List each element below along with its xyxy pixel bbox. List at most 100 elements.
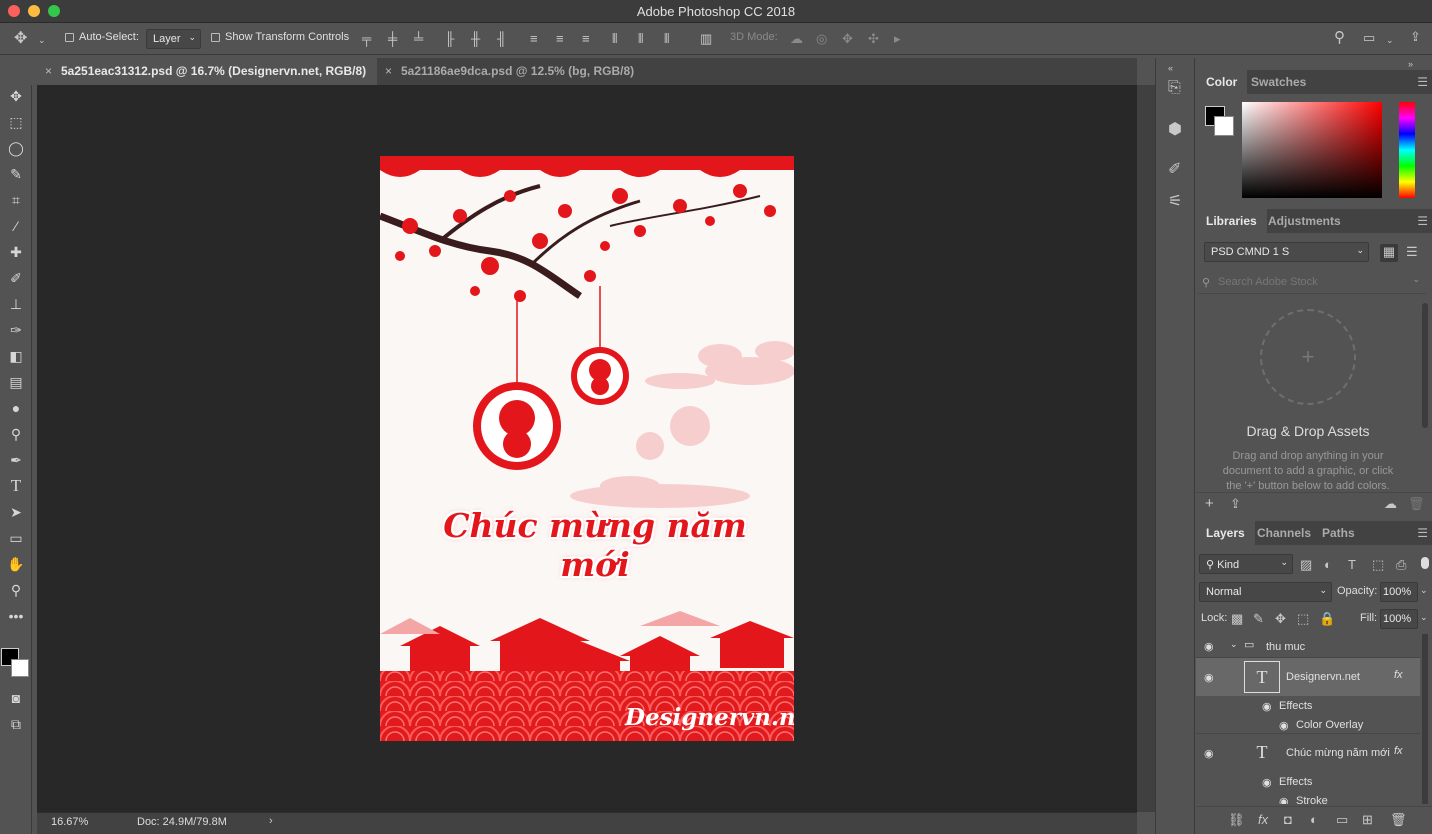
zoom-tool-icon[interactable]: ⚲ [4,579,28,601]
search-icon[interactable]: ⚲ [1334,30,1345,46]
background-color-swatch[interactable] [1214,116,1234,136]
pixel-filter-icon[interactable]: ▨ [1300,557,1312,573]
screen-mode-icon[interactable]: ⧉ [4,713,28,735]
align-left-icon[interactable]: ╟ [445,31,454,47]
more-tools-icon[interactable]: ••• [4,605,28,627]
distribute-vcenter-icon[interactable]: ≡ [556,31,564,47]
quick-mask-icon[interactable]: ◙ [4,687,28,709]
distribute-top-icon[interactable]: ≡ [530,31,538,47]
add-icon[interactable]: + [1205,496,1214,512]
close-icon[interactable]: × [45,64,52,78]
brush-panel-icon[interactable]: ✐ [1168,162,1181,178]
effect-row[interactable]: ◉ Stroke [1196,791,1420,804]
properties-panel-icon[interactable]: ⚟ [1168,194,1182,210]
align-right-icon[interactable]: ╢ [497,31,506,47]
align-vcenter-icon[interactable]: ╪ [388,31,397,47]
chevron-down-icon[interactable]: ⌄ [38,32,46,48]
tab-layers[interactable]: Layers [1196,521,1255,545]
blend-mode-select[interactable]: Normal ⌄ [1199,582,1332,602]
library-select[interactable]: PSD CMND 1 S ⌄ [1204,242,1369,262]
share-icon[interactable]: ⇪ [1410,29,1421,45]
show-transform-checkbox[interactable]: Show Transform Controls [211,31,349,43]
link-layers-icon[interactable]: ⛓ [1228,812,1245,828]
tab-document-2[interactable]: × 5a21186ae9dca.psd @ 12.5% (bg, RGB/8) [377,58,667,85]
effects-row[interactable]: ◉ Effects [1196,696,1420,715]
adjustment-layer-icon[interactable]: ◐ [1310,812,1318,828]
lasso-tool-icon[interactable]: ◯ [4,137,28,159]
layer-row-selected[interactable]: ◉ T Designervn.net fx [1196,658,1420,696]
document-canvas[interactable]: Chúc mừng năm mới Designervn.net [380,156,794,741]
add-asset-circle[interactable]: + [1260,309,1356,405]
visibility-eye-icon[interactable]: ◉ [1262,776,1272,789]
upload-icon[interactable]: ⇪ [1230,496,1241,512]
type-filter-icon[interactable]: T [1348,557,1356,573]
zoom-level[interactable]: 16.67% [51,816,88,828]
color-picker-field[interactable] [1242,102,1382,198]
distribute-left-icon[interactable]: ⫴ [612,31,617,47]
lock-artboard-icon[interactable]: ⬚ [1297,611,1309,627]
list-view-icon[interactable]: ☰ [1406,244,1418,260]
eraser-tool-icon[interactable]: ◧ [4,345,28,367]
healing-brush-tool-icon[interactable]: ✚ [4,241,28,263]
distribute-hcenter-icon[interactable]: ⫴ [638,31,643,47]
align-hcenter-icon[interactable]: ╫ [471,31,480,47]
visibility-eye-icon[interactable]: ◉ [1279,795,1289,804]
distribute-bottom-icon[interactable]: ≡ [582,31,590,47]
brush-tool-icon[interactable]: ✐ [4,267,28,289]
effects-row[interactable]: ◉ Effects [1196,772,1420,791]
chevron-down-icon[interactable]: ⌄ [1230,639,1238,650]
blur-tool-icon[interactable]: ● [4,397,28,419]
3d-slide-icon[interactable]: ✣ [868,31,879,47]
opacity-input[interactable]: 100% [1380,582,1418,602]
panel-menu-icon[interactable]: ☰ [1417,526,1428,540]
stock-search[interactable]: ⚲ Search Adobe Stock ⌄ [1198,272,1426,294]
collapse-icon[interactable]: « [1168,60,1173,76]
history-brush-tool-icon[interactable]: ✑ [4,319,28,341]
brand-text[interactable]: Designervn.net [625,704,794,731]
panel-menu-icon[interactable]: ☰ [1417,75,1428,89]
smart-object-filter-icon[interactable]: ⎙ [1396,557,1406,573]
align-bottom-icon[interactable]: ╧ [414,31,423,47]
visibility-eye-icon[interactable]: ◉ [1262,700,1272,713]
new-layer-icon[interactable]: ⊞ [1362,812,1373,828]
3d-panel-icon[interactable]: ⬢ [1168,122,1182,138]
chevron-right-icon[interactable]: › [269,815,273,827]
visibility-eye-icon[interactable]: ◉ [1204,747,1214,760]
tab-paths[interactable]: Paths [1312,521,1365,545]
effect-row[interactable]: ◉ Color Overlay [1196,715,1420,734]
rectangle-tool-icon[interactable]: ▭ [4,527,28,549]
hand-tool-icon[interactable]: ✋ [4,553,28,575]
auto-select-dropdown[interactable]: Layer ⌄ [146,29,201,49]
type-tool-icon[interactable]: T [4,475,28,497]
3d-scale-icon[interactable]: ▸ [894,31,901,47]
3d-pan-icon[interactable]: ✥ [842,31,853,47]
trash-icon[interactable]: 🗑 [1390,812,1407,828]
chevron-down-icon[interactable]: ⌄ [1420,585,1428,596]
tab-swatches[interactable]: Swatches [1241,70,1316,94]
distribute-right-icon[interactable]: ⫴ [664,31,669,47]
3d-orbit-icon[interactable]: ☁ [790,31,803,47]
3d-roll-icon[interactable]: ◎ [816,31,827,47]
trash-icon[interactable]: 🗑 [1408,496,1425,512]
auto-select-checkbox[interactable]: Auto-Select: [65,31,139,43]
lock-pixels-icon[interactable]: ✎ [1253,611,1264,627]
greeting-text[interactable]: Chúc mừng năm mới [420,506,770,584]
path-selection-tool-icon[interactable]: ➤ [4,501,28,523]
quick-select-tool-icon[interactable]: ✎ [4,163,28,185]
align-top-icon[interactable]: ╤ [362,31,371,47]
clone-stamp-tool-icon[interactable]: ⊥ [4,293,28,315]
layer-kind-filter[interactable]: ⚲ Kind ⌄ [1199,554,1293,574]
panel-menu-icon[interactable]: ☰ [1417,214,1428,228]
eyedropper-tool-icon[interactable]: ⁄ [4,215,28,237]
auto-align-icon[interactable]: ▥ [700,31,712,47]
fill-input[interactable]: 100% [1380,609,1418,629]
vertical-scrollbar[interactable] [1137,85,1155,812]
tab-libraries[interactable]: Libraries [1196,209,1267,233]
checkbox-icon[interactable] [65,32,74,42]
tab-color[interactable]: Color [1196,70,1248,94]
chevron-down-icon[interactable]: ⌄ [1420,612,1428,623]
tab-adjustments[interactable]: Adjustments [1258,209,1351,233]
libraries-scrollbar[interactable] [1422,303,1428,428]
move-tool-icon[interactable]: ✥ [4,85,28,107]
visibility-eye-icon[interactable]: ◉ [1204,671,1214,684]
